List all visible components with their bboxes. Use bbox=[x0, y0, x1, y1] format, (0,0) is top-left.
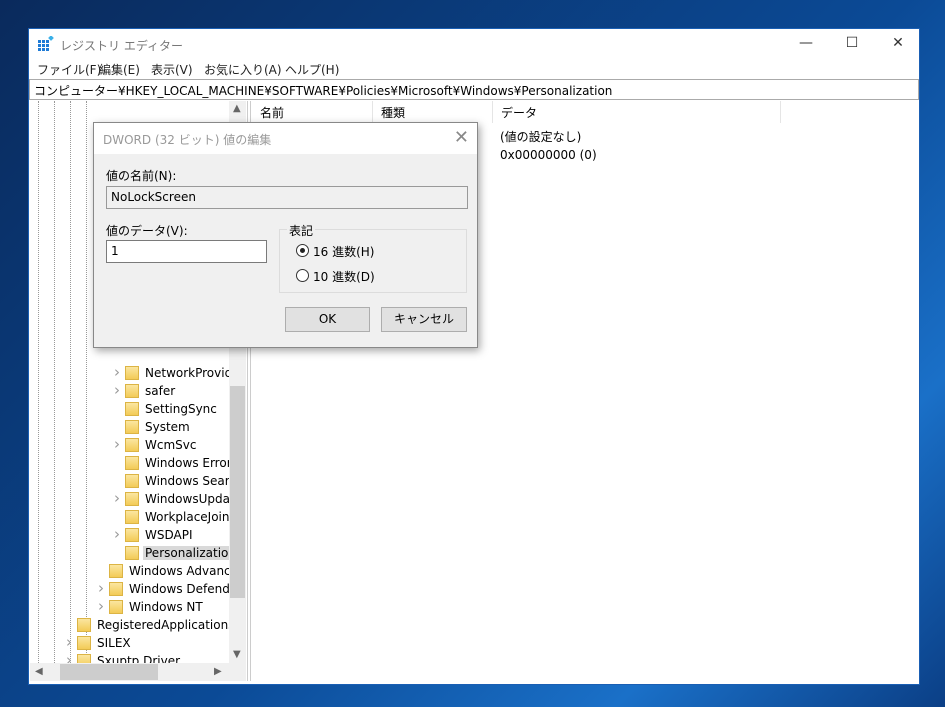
value-data-cell: (値の設定なし) bbox=[500, 130, 582, 144]
value-name-field[interactable]: NoLockScreen bbox=[106, 186, 468, 209]
tree-horizontal-scrollbar[interactable]: ◀ ▶ bbox=[30, 663, 246, 681]
folder-icon bbox=[125, 402, 139, 416]
folder-icon bbox=[109, 582, 123, 596]
minimize-button[interactable]: — bbox=[783, 29, 829, 59]
close-button[interactable]: ✕ bbox=[875, 29, 921, 59]
scroll-down-icon[interactable]: ▼ bbox=[233, 649, 241, 660]
menu-view[interactable]: 表示(V) bbox=[151, 61, 193, 78]
column-header-data[interactable]: データ bbox=[493, 101, 781, 123]
folder-icon bbox=[125, 528, 139, 542]
tree-item[interactable]: WorkplaceJoin bbox=[30, 508, 230, 526]
scroll-right-icon[interactable]: ▶ bbox=[214, 666, 222, 677]
scroll-left-icon[interactable]: ◀ bbox=[35, 666, 43, 677]
folder-icon bbox=[125, 456, 139, 470]
value-data-cell: 0x00000000 (0) bbox=[500, 148, 597, 162]
tree-item[interactable]: › Windows NT bbox=[30, 597, 230, 616]
folder-icon bbox=[77, 636, 91, 650]
menu-edit[interactable]: 編集(E) bbox=[99, 61, 140, 78]
tree-item-label: safer bbox=[145, 384, 176, 398]
tree-item[interactable]: › Windows Defender bbox=[30, 579, 242, 598]
tree-item[interactable]: Windows Advanced Threat Protection bbox=[30, 562, 246, 580]
expand-chevron-icon[interactable]: › bbox=[114, 525, 120, 543]
tree-item[interactable]: › WSDAPI bbox=[30, 525, 230, 544]
tree-item[interactable]: › SILEX bbox=[30, 633, 230, 652]
tree-item-label: WcmSvc bbox=[145, 438, 197, 452]
expand-chevron-icon[interactable]: › bbox=[114, 363, 120, 381]
dialog-title: DWORD (32 ビット) 値の編集 bbox=[94, 123, 477, 154]
menu-favorites[interactable]: お気に入り(A) bbox=[204, 61, 282, 78]
folder-icon bbox=[125, 384, 139, 398]
tree-item-label: Windows NT bbox=[129, 600, 203, 614]
folder-icon bbox=[125, 546, 139, 560]
title-bar: レジストリ エディター — ☐ ✕ bbox=[29, 29, 919, 59]
tree-item-label: System bbox=[145, 420, 190, 434]
expand-chevron-icon[interactable]: › bbox=[98, 579, 104, 597]
folder-icon bbox=[125, 438, 139, 452]
folder-icon bbox=[125, 492, 139, 506]
dialog-close-icon[interactable]: ✕ bbox=[454, 127, 469, 148]
tree-item-label: WorkplaceJoin bbox=[145, 510, 230, 524]
maximize-button[interactable]: ☐ bbox=[829, 29, 875, 59]
folder-icon bbox=[77, 618, 91, 632]
decimal-radio[interactable] bbox=[296, 269, 309, 282]
address-bar[interactable]: コンピューター¥HKEY_LOCAL_MACHINE¥SOFTWARE¥Poli… bbox=[29, 79, 919, 100]
tree-item[interactable]: RegisteredApplications bbox=[30, 616, 234, 634]
registry-editor-icon bbox=[38, 36, 54, 51]
expand-chevron-icon[interactable]: › bbox=[66, 651, 72, 663]
tree-item[interactable]: › Sxuptp Driver bbox=[30, 651, 230, 663]
tree-item[interactable]: Personalization bbox=[30, 544, 238, 562]
tree-item[interactable]: › NetworkProvider bbox=[30, 363, 245, 382]
tree-item-label: WindowsUpdate bbox=[145, 492, 243, 506]
expand-chevron-icon[interactable]: › bbox=[114, 435, 120, 453]
window-title: レジストリ エディター bbox=[60, 39, 183, 53]
tree-item-label: Sxuptp Driver bbox=[97, 654, 181, 663]
menu-help[interactable]: ヘルプ(H) bbox=[285, 61, 339, 78]
menu-bar: ファイル(F) 編集(E) 表示(V) お気に入り(A) ヘルプ(H) bbox=[29, 59, 919, 79]
scrollbar-thumb[interactable] bbox=[60, 664, 158, 680]
expand-chevron-icon[interactable]: › bbox=[114, 489, 120, 507]
tree-item-label: Windows Defender bbox=[129, 582, 243, 596]
column-header-name[interactable]: 名前 bbox=[252, 101, 373, 123]
expand-chevron-icon[interactable]: › bbox=[98, 597, 104, 615]
hex-radio-label[interactable]: 16 進数(H) bbox=[313, 243, 374, 260]
ok-button[interactable]: OK bbox=[285, 307, 370, 332]
folder-icon bbox=[77, 654, 91, 663]
tree-item[interactable]: Windows Search bbox=[30, 472, 244, 490]
tree-item-label: RegisteredApplications bbox=[97, 618, 235, 632]
edit-dword-dialog: DWORD (32 ビット) 値の編集 ✕ 値の名前(N): NoLockScr… bbox=[93, 122, 478, 348]
tree-item-label: WSDAPI bbox=[145, 528, 193, 542]
folder-icon bbox=[125, 366, 139, 380]
tree-item[interactable]: › safer bbox=[30, 381, 230, 400]
expand-chevron-icon[interactable]: › bbox=[66, 633, 72, 651]
folder-icon bbox=[109, 564, 123, 578]
tree-item-label: SILEX bbox=[97, 636, 131, 650]
menu-file[interactable]: ファイル(F) bbox=[37, 61, 101, 78]
decimal-radio-label[interactable]: 10 進数(D) bbox=[313, 268, 375, 285]
column-header-type[interactable]: 種類 bbox=[373, 101, 493, 123]
folder-icon bbox=[125, 420, 139, 434]
value-name-label: 値の名前(N): bbox=[106, 169, 177, 183]
hex-radio[interactable] bbox=[296, 244, 309, 257]
folder-icon bbox=[125, 510, 139, 524]
tree-item-label: Personalization bbox=[143, 546, 238, 560]
cancel-button[interactable]: キャンセル bbox=[381, 307, 467, 332]
tree-item-label: SettingSync bbox=[145, 402, 217, 416]
tree-item[interactable]: Windows Error Reporting bbox=[30, 454, 246, 472]
tree-item[interactable]: System bbox=[30, 418, 230, 436]
base-label: 表記 bbox=[287, 222, 316, 239]
expand-chevron-icon[interactable]: › bbox=[114, 381, 120, 399]
tree-item[interactable]: › WcmSvc bbox=[30, 435, 230, 454]
value-data-input[interactable]: 1 bbox=[106, 240, 267, 263]
tree-item[interactable]: SettingSync bbox=[30, 400, 230, 418]
folder-icon bbox=[109, 600, 123, 614]
folder-icon bbox=[125, 474, 139, 488]
tree-item[interactable]: › WindowsUpdate bbox=[30, 489, 242, 508]
scroll-up-icon[interactable]: ▲ bbox=[233, 103, 241, 114]
scrollbar-thumb[interactable] bbox=[230, 386, 245, 598]
value-data-label: 値のデータ(V): bbox=[106, 224, 188, 238]
